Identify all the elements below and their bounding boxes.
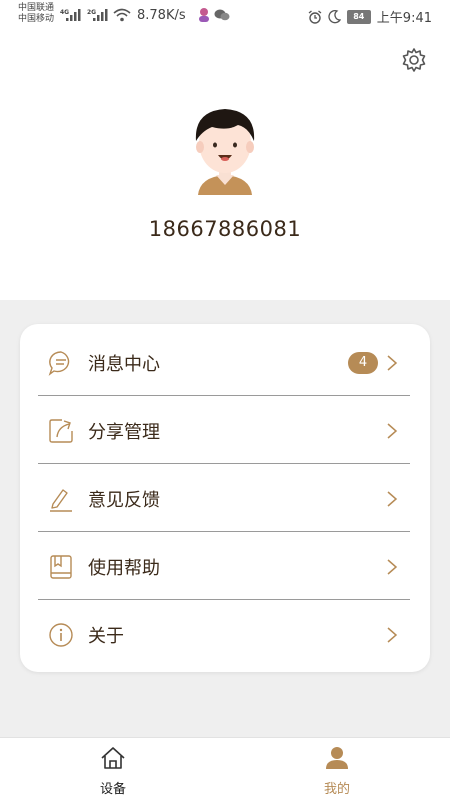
feedback-edit-icon	[50, 489, 72, 512]
menu-item-label: 分享管理	[88, 422, 160, 443]
menu-item-label: 关于	[88, 626, 124, 647]
signal-icon	[66, 9, 81, 21]
chevron-right-icon	[387, 627, 398, 643]
wechat-icon	[214, 9, 230, 21]
carrier-2: 中国移动	[18, 14, 55, 24]
status-right: 84 上午9:41	[308, 7, 432, 26]
signal-icon-2	[93, 9, 108, 21]
chevron-right-icon	[387, 559, 398, 575]
settings-gear-icon[interactable]	[400, 46, 428, 74]
bottom-nav: 设备 我的	[0, 737, 450, 801]
app-notification-icon	[199, 8, 209, 22]
menu-item-messages[interactable]: 消息中心 4	[38, 328, 410, 396]
menu-card: 消息中心 4 分享管理 意见反馈 使用帮助 关于	[20, 324, 430, 672]
clock: 上午9:41	[376, 11, 432, 26]
nav-label: 设备	[99, 782, 126, 797]
menu-item-feedback[interactable]: 意见反馈	[38, 464, 410, 532]
nav-item-mine[interactable]: 我的	[277, 738, 397, 801]
carrier-1: 中国联通	[18, 3, 55, 13]
chevron-right-icon	[387, 423, 398, 439]
battery-indicator: 84	[346, 9, 371, 24]
chevron-right-icon	[387, 491, 398, 507]
share-icon	[49, 419, 73, 443]
status-bar: 中国联通 中国移动 4G 2G 8.78K/s 84 上午9:41	[0, 0, 450, 34]
moon-icon	[328, 9, 341, 23]
nav-label: 我的	[323, 782, 350, 797]
nav-item-devices[interactable]: 设备	[53, 738, 173, 801]
help-book-icon	[50, 555, 72, 579]
menu-item-about[interactable]: 关于	[38, 600, 410, 668]
chevron-right-icon	[387, 355, 398, 371]
avatar[interactable]	[188, 103, 262, 203]
wifi-icon	[113, 8, 131, 22]
info-icon	[49, 623, 73, 647]
home-icon	[101, 747, 125, 769]
menu-item-label: 使用帮助	[88, 558, 160, 579]
unread-count-badge: 4	[348, 352, 378, 374]
alarm-icon	[308, 9, 322, 24]
menu-item-label: 消息中心	[88, 354, 160, 375]
menu-item-share-management[interactable]: 分享管理	[38, 396, 410, 464]
menu-item-label: 意见反馈	[88, 490, 160, 511]
message-icon	[48, 351, 70, 376]
network-speed: 8.78K/s	[137, 8, 186, 23]
user-phone-number: 18667886081	[148, 217, 302, 241]
carrier-info: 中国联通 中国移动	[18, 3, 54, 25]
user-icon	[326, 747, 348, 769]
menu-item-help[interactable]: 使用帮助	[38, 532, 410, 600]
